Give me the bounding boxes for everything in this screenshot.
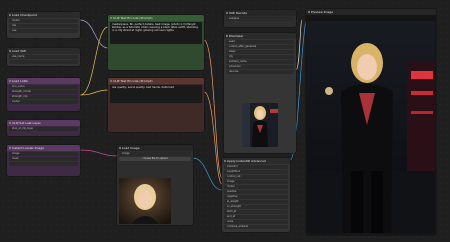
input-model[interactable]: model — [224, 185, 288, 189]
node-title: Instant Loader Image — [7, 145, 80, 151]
widget-cn-strength[interactable]: cn_strength — [224, 205, 288, 209]
widget-cfg[interactable]: cfg — [226, 55, 294, 59]
widget-ip-weight[interactable]: ip_weight — [224, 200, 288, 204]
node-title: VAE Decode — [224, 10, 296, 16]
negative-prompt-textarea[interactable]: low quality, worst quality, bad hands, d… — [110, 85, 202, 103]
widget-strength-clip[interactable]: strength_clip — [9, 95, 78, 99]
wire-positive — [203, 39, 223, 179]
node-title: Load VAE — [7, 48, 80, 54]
node-ksampler[interactable]: KSampler seed control_after_generate ste… — [224, 33, 296, 153]
node-instantid-apply[interactable]: Apply InstantID Advanced instantid insig… — [222, 158, 290, 232]
node-instant-loader[interactable]: Instant Loader Image image mask — [7, 145, 80, 176]
widget-combine-embeds[interactable]: combine_embeds — [224, 225, 288, 229]
ksampler-preview-image — [242, 103, 278, 147]
upload-button[interactable]: choose file to upload — [119, 157, 191, 161]
node-load-vae[interactable]: Load VAE vae_name — [7, 48, 80, 66]
node-title: Apply InstantID Advanced — [222, 158, 290, 164]
generated-output-image — [307, 21, 435, 233]
input-negative[interactable]: negative — [224, 195, 288, 199]
output-clip[interactable]: clip — [9, 24, 78, 28]
widget-sampler-name[interactable]: sampler_name — [226, 60, 294, 64]
node-load-image[interactable]: Load Image image choose file to upload — [117, 145, 193, 225]
input-insightface[interactable]: insightface — [224, 170, 288, 174]
input-samples[interactable]: samples — [226, 17, 294, 21]
output-vae[interactable]: vae — [9, 29, 78, 33]
widget-image[interactable]: image — [119, 152, 191, 156]
input-instantid[interactable]: instantid — [224, 165, 288, 169]
output-image[interactable]: image — [9, 152, 78, 156]
input-control-net[interactable]: control_net — [224, 175, 288, 179]
widget-lora-name[interactable]: lora_name — [9, 85, 78, 89]
node-title: Load LoRA — [7, 78, 80, 84]
wire-image — [192, 157, 223, 191]
widget-seed[interactable]: seed — [226, 40, 294, 44]
widget-stop-at-clip-layer[interactable]: stop_at_clip_layer — [9, 127, 78, 131]
node-title: Preview Image — [306, 9, 436, 15]
widget-scheduler[interactable]: scheduler — [226, 65, 294, 69]
widget-noise[interactable]: noise — [224, 220, 288, 224]
reference-face-image — [119, 178, 171, 224]
wire-model — [79, 19, 109, 49]
output-mask[interactable]: mask — [9, 157, 78, 161]
widget-start-at[interactable]: start_at — [224, 210, 288, 214]
input-image[interactable]: image — [224, 180, 288, 184]
node-title: Load Image — [117, 145, 193, 151]
node-preview-image[interactable]: Preview Image — [306, 9, 436, 235]
node-title: CLIP Set Last Layer — [7, 120, 80, 126]
widget-denoise[interactable]: denoise — [226, 70, 294, 74]
widget-control-after-generate[interactable]: control_after_generate — [226, 45, 294, 49]
widget-end-at[interactable]: end_at — [224, 215, 288, 219]
node-title: Load Checkpoint — [7, 12, 80, 18]
prompt-textarea[interactable]: masterpiece, 8k, perfect details, best i… — [110, 22, 202, 44]
wire-mask — [79, 149, 119, 157]
wire-clip-pos — [79, 26, 109, 96]
node-load-checkpoint[interactable]: Load Checkpoint model clip vae — [7, 12, 80, 38]
node-clip-text-positive[interactable]: CLIP Text Encode (Prompt) masterpiece, 8… — [108, 15, 204, 70]
node-vae-decode[interactable]: VAE Decode samples — [224, 10, 296, 27]
widget-vae-name[interactable]: vae_name — [9, 55, 78, 59]
output-model[interactable]: model — [9, 100, 78, 104]
widget-extra[interactable] — [9, 162, 78, 166]
node-clip-text-negative[interactable]: CLIP Text Encode (Prompt) low quality, w… — [108, 78, 204, 132]
output-model[interactable]: model — [9, 19, 78, 23]
node-clip-set-last-layer[interactable]: CLIP Set Last Layer stop_at_clip_layer — [7, 120, 80, 136]
node-load-lora[interactable]: Load LoRA lora_name strength_model stren… — [7, 78, 80, 111]
widget-vae-value[interactable] — [9, 60, 78, 64]
node-title: CLIP Text Encode (Prompt) — [108, 15, 204, 21]
wire-latent — [295, 19, 303, 71]
widget-strength-model[interactable]: strength_model — [9, 90, 78, 94]
input-positive[interactable]: positive — [224, 190, 288, 194]
widget-steps[interactable]: steps — [226, 50, 294, 54]
node-title: CLIP Text Encode (Prompt) — [108, 78, 204, 84]
node-title: KSampler — [224, 33, 296, 39]
